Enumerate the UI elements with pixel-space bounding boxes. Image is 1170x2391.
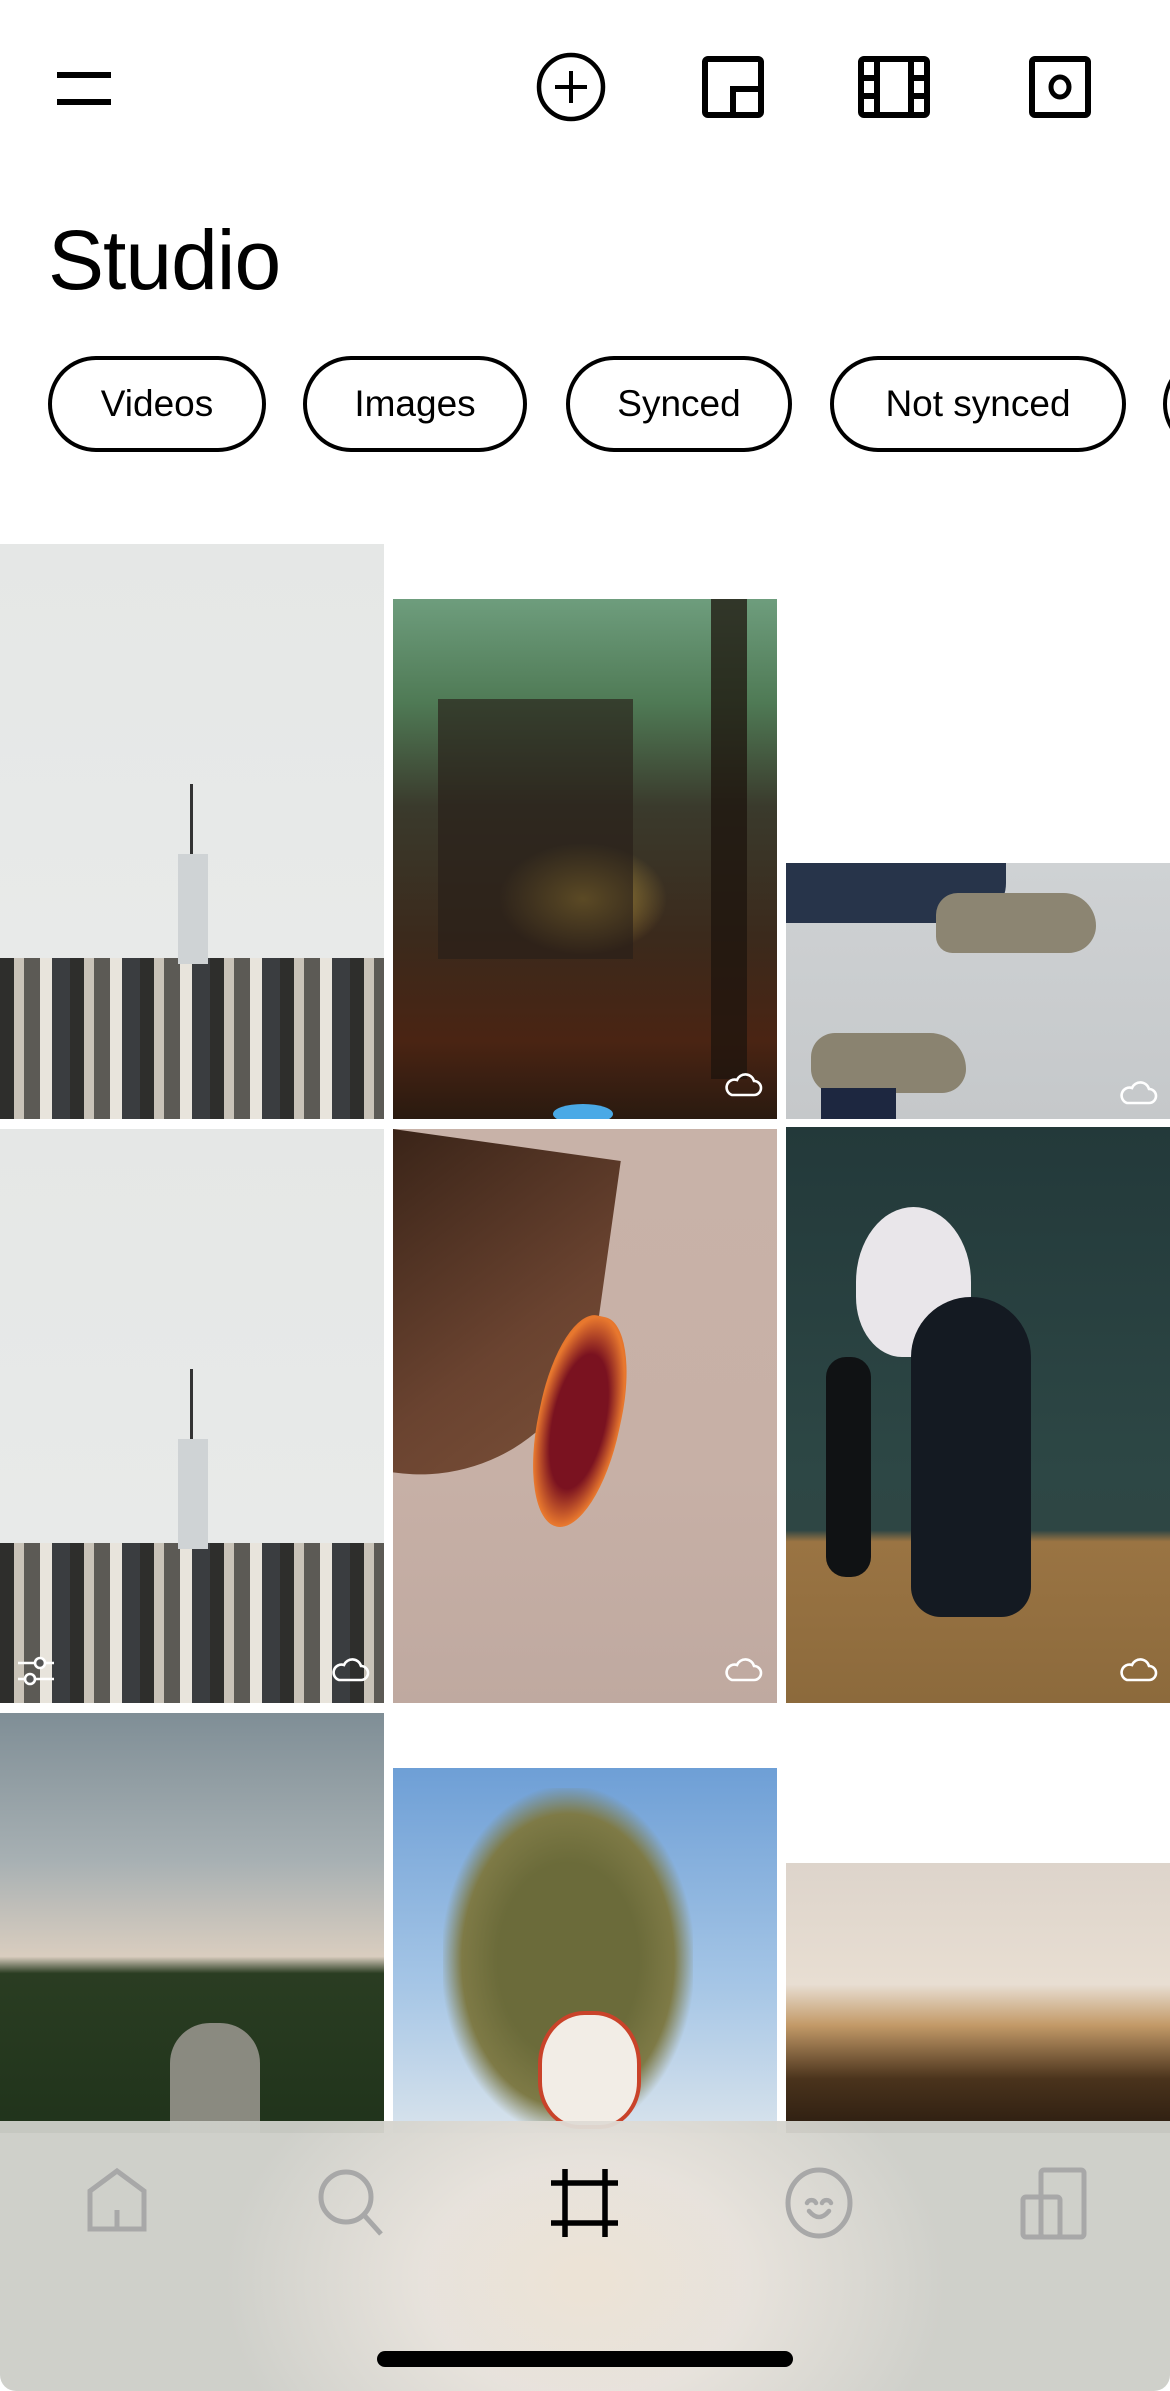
- video-button[interactable]: [858, 50, 930, 122]
- filter-chip-not-synced[interactable]: Not synced: [830, 356, 1126, 452]
- gallery-item[interactable]: [786, 863, 1170, 1119]
- tab-studio[interactable]: [545, 2167, 625, 2243]
- filter-chip-images[interactable]: Images: [303, 356, 527, 452]
- gallery-item[interactable]: [393, 599, 777, 1119]
- search-icon: [318, 2169, 383, 2236]
- film-strip-icon: [858, 56, 930, 118]
- camera-button[interactable]: [1023, 50, 1095, 122]
- tab-profile[interactable]: [779, 2167, 859, 2243]
- gallery-item[interactable]: [0, 544, 384, 1119]
- filter-chip-videos[interactable]: Videos: [48, 356, 266, 452]
- home-icon: [87, 2167, 147, 2232]
- smiley-icon: [785, 2167, 853, 2239]
- frame-icon: [551, 2169, 618, 2237]
- filter-chip-row[interactable]: Videos Images Synced Not synced: [0, 356, 1170, 452]
- home-indicator[interactable]: [377, 2351, 793, 2367]
- plus-circle-icon: [536, 52, 606, 122]
- create-button[interactable]: [535, 50, 607, 122]
- cloud-icon: [1120, 1658, 1158, 1682]
- hamburger-menu-icon: [57, 72, 111, 78]
- gallery-item[interactable]: [786, 1863, 1170, 2133]
- cloud-icon: [725, 1658, 763, 1682]
- camera-icon: [1029, 56, 1091, 118]
- cloud-icon: [332, 1658, 370, 1682]
- filter-chip-synced[interactable]: Synced: [566, 356, 792, 452]
- filter-chip-more[interactable]: [1163, 356, 1170, 452]
- bar-chart-icon: [1020, 2167, 1087, 2240]
- hamburger-menu-icon-line: [57, 99, 111, 105]
- cloud-icon: [725, 1073, 763, 1097]
- layout-button[interactable]: [696, 50, 768, 122]
- gallery-item[interactable]: [393, 1768, 777, 2133]
- gallery-item[interactable]: [786, 1127, 1170, 1703]
- adjust-icon: [18, 1656, 54, 1686]
- tab-insights[interactable]: [1014, 2167, 1094, 2243]
- tab-search[interactable]: [310, 2167, 390, 2243]
- cloud-icon: [1120, 1081, 1158, 1105]
- tab-home[interactable]: [77, 2167, 157, 2243]
- gallery-item[interactable]: [0, 1129, 384, 1703]
- picture-in-picture-icon: [702, 56, 764, 118]
- gallery-item[interactable]: [0, 1713, 384, 2133]
- page-title: Studio: [48, 213, 281, 307]
- gallery-item[interactable]: [393, 1129, 777, 1703]
- menu-button[interactable]: [50, 62, 118, 114]
